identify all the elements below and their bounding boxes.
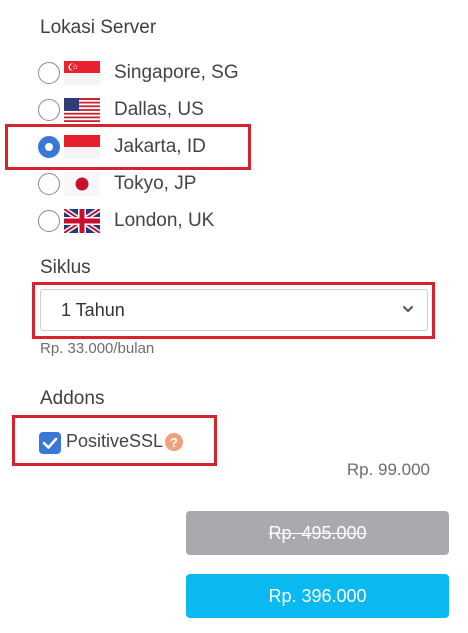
server-option-dallas[interactable]: Dallas, US — [38, 94, 268, 126]
server-option-singapore[interactable]: Singapore, SG — [38, 57, 268, 89]
singapore-flag-icon — [64, 61, 100, 85]
server-option-london[interactable]: London, UK — [38, 205, 268, 237]
order-form: Lokasi Server Singapore, SG Dallas, US J… — [0, 0, 468, 633]
cycle-label: Siklus — [40, 257, 91, 278]
radio-button[interactable] — [38, 62, 60, 84]
highlight-box — [12, 415, 217, 466]
server-name: Tokyo, JP — [114, 173, 197, 194]
original-price-label: Rp. 495.000 — [268, 522, 367, 543]
radio-button[interactable] — [38, 99, 60, 121]
uk-flag-icon — [64, 209, 100, 233]
server-option-tokyo[interactable]: Tokyo, JP — [38, 168, 268, 200]
server-name: Dallas, US — [114, 99, 204, 120]
addon-price: Rp. 99.000 — [346, 460, 430, 479]
server-location-label: Lokasi Server — [40, 17, 157, 38]
japan-flag-icon — [64, 172, 100, 196]
highlight-box — [5, 124, 251, 170]
original-price-button[interactable]: Rp. 495.000 — [186, 511, 449, 555]
usa-flag-icon — [64, 98, 100, 122]
highlight-box — [32, 282, 435, 339]
price-per-month: Rp. 33.000/bulan — [40, 340, 155, 357]
radio-button[interactable] — [38, 173, 60, 195]
discount-price-label: Rp. 396.000 — [268, 585, 367, 606]
addons-label: Addons — [40, 388, 105, 409]
server-name: Singapore, SG — [114, 62, 239, 83]
checkout-price-button[interactable]: Rp. 396.000 — [186, 574, 449, 618]
server-name: London, UK — [114, 210, 215, 231]
radio-button[interactable] — [38, 210, 60, 232]
